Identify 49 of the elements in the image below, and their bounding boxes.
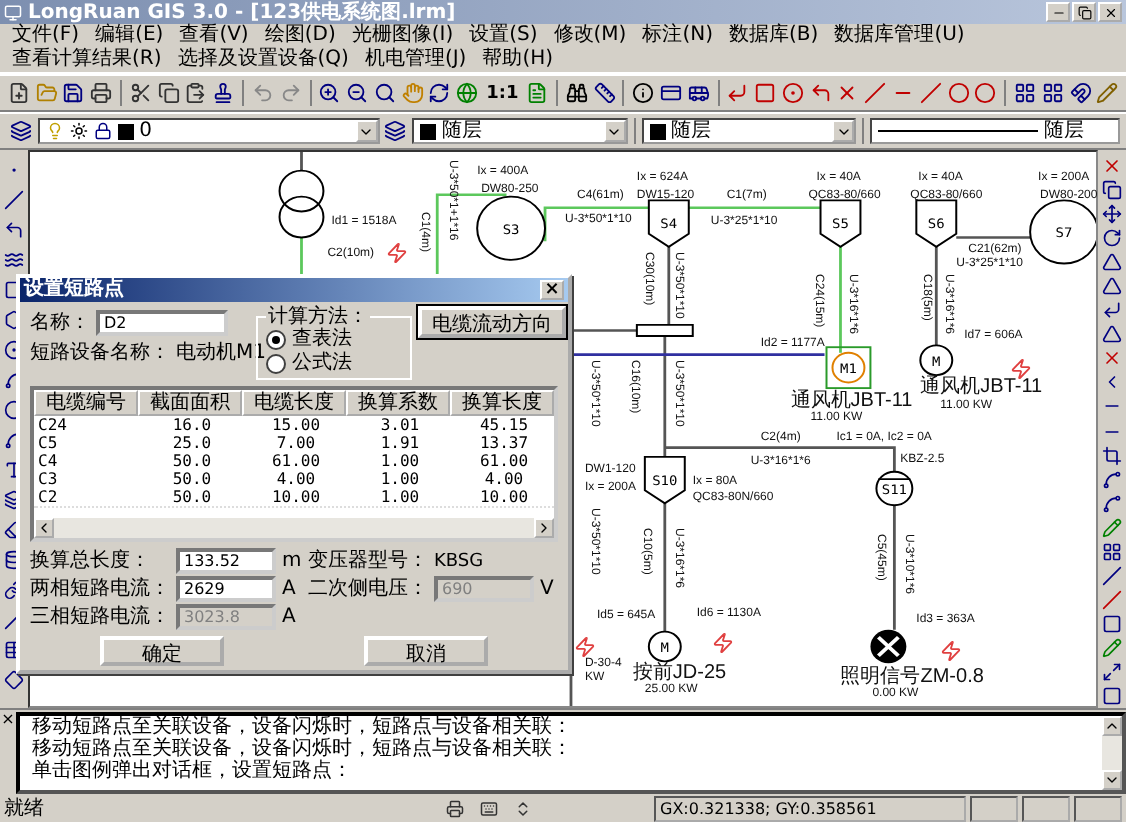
table-cell-text: C2 [36,488,60,506]
table-cell-text: 61.00 [477,452,531,470]
table-cell-text: 50.0 [170,488,214,506]
table-cell-text: C4 [36,452,60,470]
command-line: 移动短路点至关联设备，设备闪烁时，短路点与设备相关联： [32,716,574,738]
field-label: 两相短路电流： [30,577,170,601]
unit-label: V [540,577,556,601]
diagram-label: 按前JD-25 [632,661,727,684]
table-cell-text: 1.00 [378,452,422,470]
diagram-label: 照明信号ZM-0.8 [840,665,984,688]
table-cell-text: 3.01 [378,416,422,434]
unit-label: A [282,605,298,629]
coordinates-readout: GX:0.321338; GY:0.358561 [654,796,966,822]
table-cell-text: 7.00 [274,434,318,452]
table-cell-text: 45.15 [477,416,531,434]
group-label: 计算方法： [266,306,370,328]
window-title: LongRuan GIS 3.0 - [123供电系统图.lrm] [4,0,456,26]
diagram-label: 通风机JBT-11 [920,376,1043,399]
table-cell-text: 61.00 [269,452,323,470]
device-label: 短路设备名称： [30,342,170,366]
table-cell-text: C24 [36,416,69,434]
field-label: 二次侧电压： [308,577,428,601]
unit-label: m [282,549,302,573]
table-cell-text: 50.0 [170,470,214,488]
table-cell-text: C3 [36,470,60,488]
table-cell-text: 10.00 [269,488,323,506]
table-cell-text: 25.0 [170,434,214,452]
field-label: 换算总长度： [30,549,152,573]
table-cell-text: 1.00 [378,488,422,506]
unit-label: A [282,577,298,601]
table-cell-text: C5 [36,434,60,452]
table-cell-text: 1.00 [378,470,422,488]
field-value: KBSG [434,549,486,573]
field-label: 三相短路电流： [30,605,170,629]
dialog-title: 设置短路点 [24,278,124,302]
name-label: 名称： [30,311,90,335]
command-line: 单击图例弹出对话框，设置短路点： [32,760,354,782]
command-line: 移动短路点至关联设备，设备闪烁时，短路点与设备相关联： [32,738,574,760]
table-cell-text: 50.0 [170,452,214,470]
table-cell-text: 13.37 [477,434,531,452]
table-cell-text: 15.00 [269,416,323,434]
table-cell-text: 1.91 [378,434,422,452]
status-text: 就绪 [4,797,46,821]
field-label: 变压器型号： [308,549,428,573]
diagram-label: 通风机JBT-11 [790,389,913,412]
table-cell-text: 4.00 [482,470,526,488]
table-cell-text: 4.00 [274,470,318,488]
table-cell-text: 16.0 [170,416,214,434]
table-cell-text: 10.00 [477,488,531,506]
